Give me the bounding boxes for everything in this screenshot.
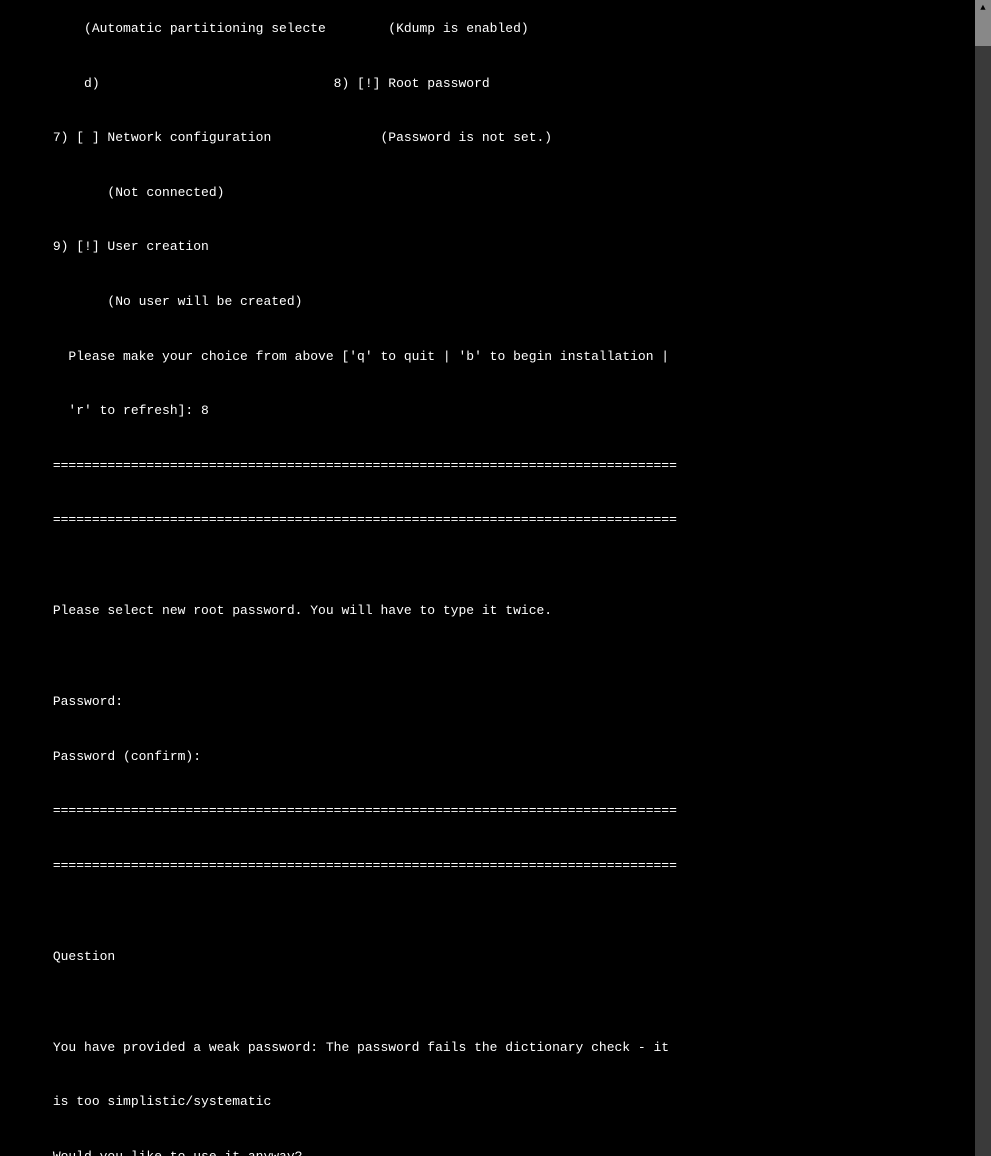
terminal-separator-3: ========================================… [53,803,677,818]
scroll-track[interactable] [975,16,991,1156]
scroll-up-button[interactable]: ▲ [975,0,991,16]
terminal-line-5: 9) [!] User creation [53,239,209,254]
terminal-line-11: Password (confirm): [53,749,201,764]
terminal-line-6: (No user will be created) [53,294,303,309]
terminal-container: (Automatic partitioning selecte (Kdump i… [0,0,991,1156]
terminal-line-2: d) 8) [!] Root password [53,76,490,91]
terminal-output: (Automatic partitioning selecte (Kdump i… [0,0,975,1156]
terminal-separator-1: ========================================… [53,458,677,473]
terminal-line-9: Please select new root password. You wil… [53,603,552,618]
terminal-window: (Automatic partitioning selecte (Kdump i… [0,0,991,578]
terminal-line-4: (Not connected) [53,185,225,200]
terminal-line-13: You have provided a weak password: The p… [53,1040,669,1055]
terminal-line-14: is too simplistic/systematic [53,1094,271,1109]
terminal-line-12: Question [53,949,115,964]
terminal-separator-4: ========================================… [53,858,677,873]
scrollbar[interactable]: ▲ ▼ [975,0,991,1156]
terminal-line-7: Please make your choice from above ['q' … [53,349,669,364]
terminal-line-1: (Automatic partitioning selecte (Kdump i… [53,21,529,36]
terminal-line-10: Password: [53,694,123,709]
terminal-line-3: 7) [ ] Network configuration (Password i… [53,130,552,145]
terminal-separator-2: ========================================… [53,512,677,527]
terminal-line-8: 'r' to refresh]: 8 [53,403,209,418]
scroll-handle[interactable] [975,16,991,46]
terminal-line-15: Would you like to use it anyway? [53,1149,303,1156]
